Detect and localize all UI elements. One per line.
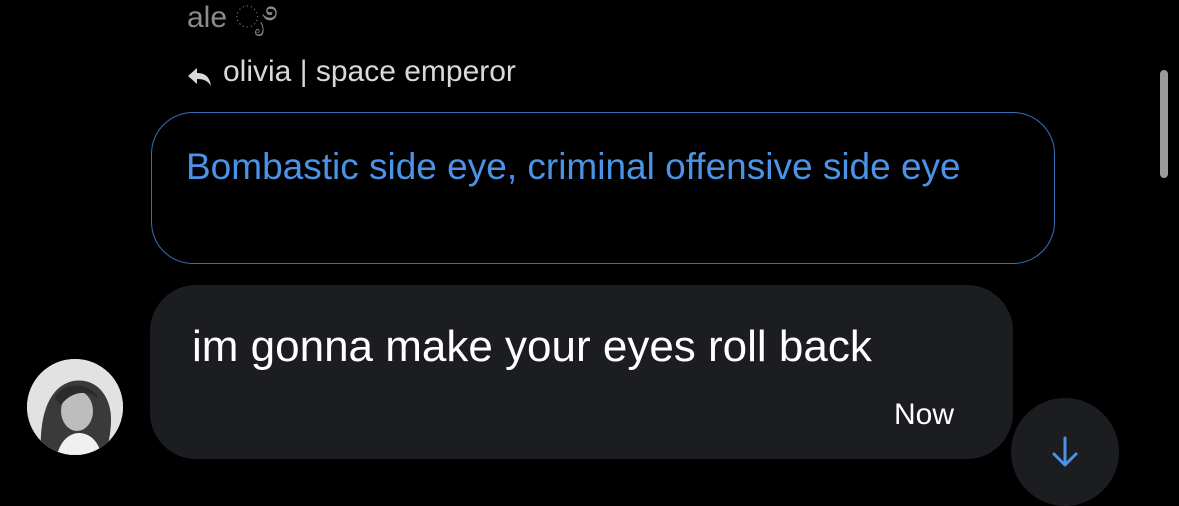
message-timestamp: Now — [894, 398, 955, 431]
scrollbar[interactable] — [1160, 70, 1168, 178]
reply-target-label: olivia | space emperor — [223, 55, 516, 88]
reply-arrow-icon — [187, 61, 213, 86]
arrow-down-icon — [1052, 436, 1078, 467]
message-text: im gonna make your eyes roll back — [192, 322, 872, 371]
sender-name: ale ೃ࿔ — [187, 1, 278, 34]
avatar-photo — [27, 359, 123, 455]
reply-context[interactable]: olivia | space emperor — [187, 54, 516, 90]
quoted-message-text: Bombastic side eye, criminal offensive s… — [186, 146, 961, 187]
scroll-to-bottom-button[interactable] — [1011, 398, 1119, 506]
user-avatar[interactable] — [27, 359, 123, 455]
